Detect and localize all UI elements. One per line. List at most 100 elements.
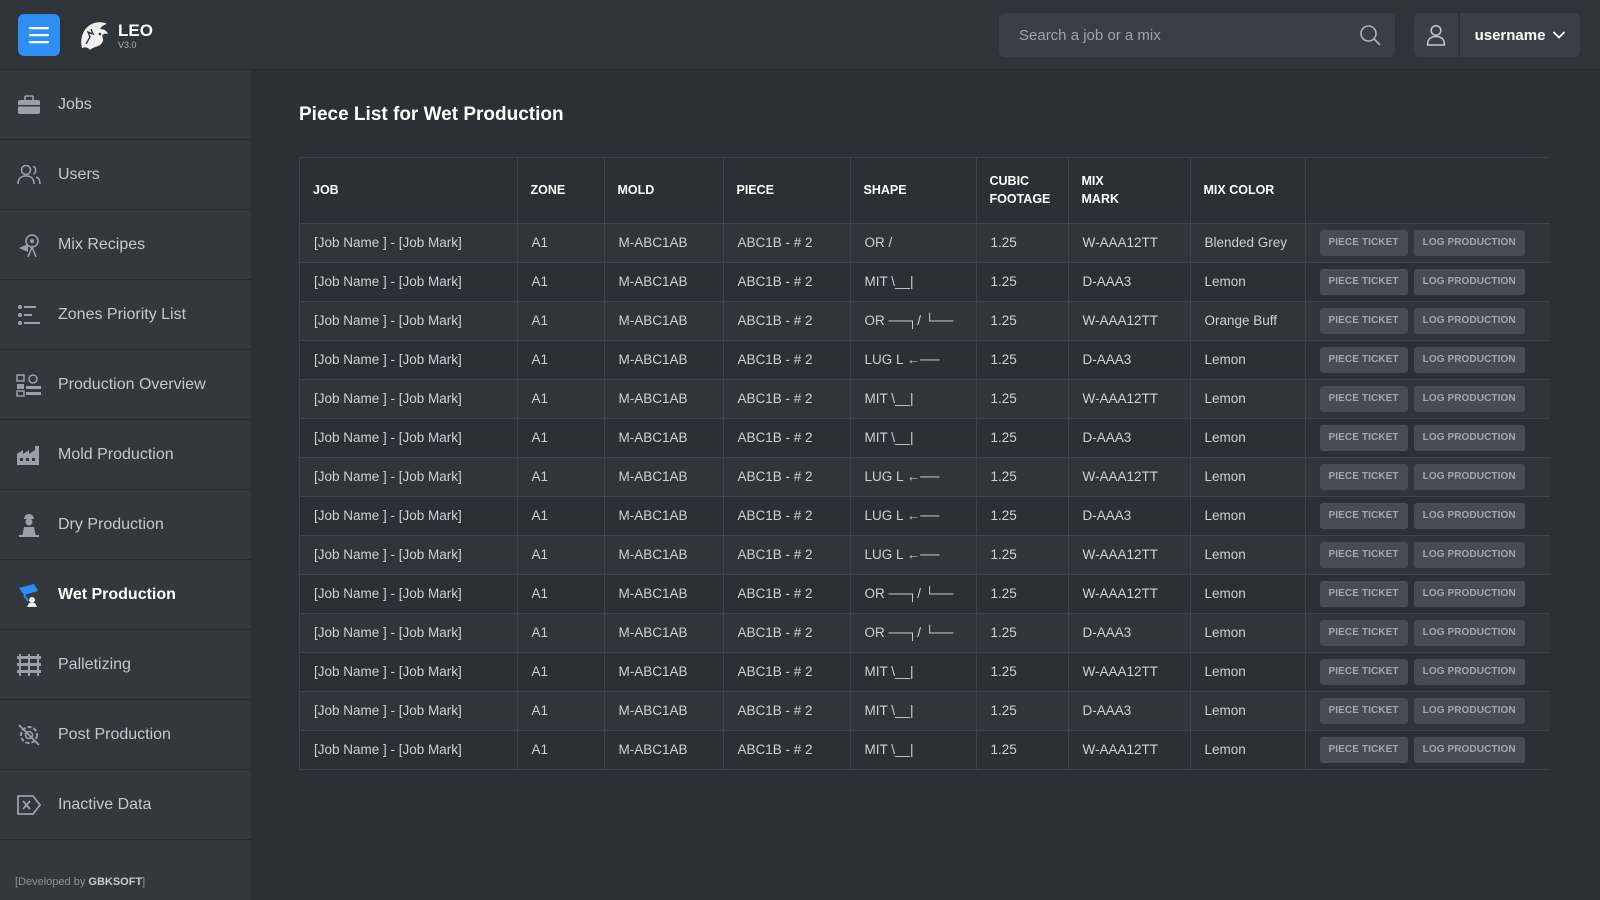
cell-shape: OR /	[850, 223, 977, 263]
sidebar-item-mix-recipes[interactable]: Mix Recipes	[0, 210, 251, 280]
log-production-button[interactable]: LOG PRODUCTION	[1413, 307, 1525, 334]
cell-job: [Job Name ] - [Job Mark]	[300, 379, 518, 419]
piece-ticket-button[interactable]: PIECE TICKET	[1319, 736, 1408, 763]
sidebar-item-jobs[interactable]: Jobs	[0, 70, 251, 140]
table-row[interactable]: [Job Name ] - [Job Mark] A1 M-ABC1AB ABC1B …	[300, 379, 1550, 419]
cell-actions: PIECE TICKET LOG PRODUCTION	[1305, 340, 1550, 380]
log-production-button[interactable]: LOG PRODUCTION	[1413, 463, 1525, 490]
sidebar-item-dry-production[interactable]: Dry Production	[0, 490, 251, 560]
cell-job: [Job Name ] - [Job Mark]	[300, 418, 518, 458]
table-row[interactable]: [Job Name ] - [Job Mark] A1 M-ABC1AB ABC1B …	[300, 535, 1550, 575]
log-production-button[interactable]: LOG PRODUCTION	[1413, 229, 1525, 256]
col-mix-color[interactable]: MIX COLOR	[1190, 158, 1306, 224]
piece-ticket-button[interactable]: PIECE TICKET	[1319, 268, 1408, 295]
table-row[interactable]: [Job Name ] - [Job Mark] A1 M-ABC1AB ABC1B …	[300, 223, 1550, 263]
cell-shape: MIT \__|	[850, 379, 977, 419]
mixer-icon	[16, 232, 42, 258]
log-production-button[interactable]: LOG PRODUCTION	[1413, 385, 1525, 412]
sidebar-item-label: Inactive Data	[58, 795, 152, 813]
piece-ticket-button[interactable]: PIECE TICKET	[1319, 463, 1408, 490]
cell-zone: A1	[517, 379, 605, 419]
cell-mold: M-ABC1AB	[604, 457, 724, 497]
cell-zone: A1	[517, 691, 605, 731]
piece-ticket-button[interactable]: PIECE TICKET	[1319, 580, 1408, 607]
table-row[interactable]: [Job Name ] - [Job Mark] A1 M-ABC1AB ABC1B …	[300, 262, 1550, 302]
cell-mix-mark: W-AAA12TT	[1068, 301, 1191, 341]
table-row[interactable]: [Job Name ] - [Job Mark] A1 M-ABC1AB ABC1B …	[300, 730, 1550, 769]
cell-mold: M-ABC1AB	[604, 574, 724, 614]
table-row[interactable]: [Job Name ] - [Job Mark] A1 M-ABC1AB ABC1B …	[300, 496, 1550, 536]
cell-actions: PIECE TICKET LOG PRODUCTION	[1305, 496, 1550, 536]
factory-icon	[16, 442, 42, 468]
col-mix-mark[interactable]: MIX MARK	[1068, 158, 1191, 224]
piece-ticket-button[interactable]: PIECE TICKET	[1319, 385, 1408, 412]
table-row[interactable]: [Job Name ] - [Job Mark] A1 M-ABC1AB ABC1B …	[300, 574, 1550, 614]
log-production-button[interactable]: LOG PRODUCTION	[1413, 580, 1525, 607]
piece-ticket-button[interactable]: PIECE TICKET	[1319, 541, 1408, 568]
lion-logo-icon	[81, 22, 108, 50]
avatar[interactable]	[1414, 13, 1460, 57]
log-production-button[interactable]: LOG PRODUCTION	[1413, 619, 1525, 646]
piece-ticket-button[interactable]: PIECE TICKET	[1319, 658, 1408, 685]
col-mold[interactable]: MOLD	[604, 158, 724, 224]
search-icon[interactable]	[1359, 24, 1381, 46]
col-zone[interactable]: ZONE	[517, 158, 605, 224]
sidebar-item-palletizing[interactable]: Palletizing	[0, 630, 251, 700]
col-shape[interactable]: SHAPE	[850, 158, 977, 224]
cell-zone: A1	[517, 418, 605, 458]
cell-mold: M-ABC1AB	[604, 379, 724, 419]
log-production-button[interactable]: LOG PRODUCTION	[1413, 658, 1525, 685]
table-row[interactable]: [Job Name ] - [Job Mark] A1 M-ABC1AB ABC1B …	[300, 340, 1550, 380]
sidebar-item-wet-production[interactable]: Wet Production	[0, 560, 251, 630]
piece-ticket-button[interactable]: PIECE TICKET	[1319, 424, 1408, 451]
cell-mold: M-ABC1AB	[604, 418, 724, 458]
cell-actions: PIECE TICKET LOG PRODUCTION	[1305, 613, 1550, 653]
col-cubic-footage[interactable]: CUBIC FOOTAGE	[976, 158, 1069, 224]
piece-ticket-button[interactable]: PIECE TICKET	[1319, 229, 1408, 256]
menu-button[interactable]	[18, 14, 60, 56]
credit-brand[interactable]: GBKSOFT	[88, 876, 142, 888]
piece-ticket-button[interactable]: PIECE TICKET	[1319, 502, 1408, 529]
sidebar-item-label: Users	[58, 165, 100, 183]
table-row[interactable]: [Job Name ] - [Job Mark] A1 M-ABC1AB ABC1B …	[300, 457, 1550, 497]
app-logo[interactable]: LEO V3.0	[76, 18, 153, 54]
cell-mix-color: Lemon	[1190, 457, 1306, 497]
cell-shape: MIT \__|	[850, 691, 977, 731]
table-row[interactable]: [Job Name ] - [Job Mark] A1 M-ABC1AB ABC1B …	[300, 301, 1550, 341]
log-production-button[interactable]: LOG PRODUCTION	[1413, 502, 1525, 529]
table-row[interactable]: [Job Name ] - [Job Mark] A1 M-ABC1AB ABC1B …	[300, 652, 1550, 692]
sidebar-item-users[interactable]: Users	[0, 140, 251, 210]
cell-mix-color: Lemon	[1190, 379, 1306, 419]
cell-zone: A1	[517, 301, 605, 341]
cell-mix-color: Lemon	[1190, 691, 1306, 731]
log-production-button[interactable]: LOG PRODUCTION	[1413, 268, 1525, 295]
sidebar-item-inactive-data[interactable]: Inactive Data	[0, 770, 251, 840]
piece-ticket-button[interactable]: PIECE TICKET	[1319, 346, 1408, 373]
wet-production-icon	[16, 582, 42, 608]
cell-shape: MIT \__|	[850, 262, 977, 302]
sidebar-item-post-production[interactable]: Post Production	[0, 700, 251, 770]
piece-ticket-button[interactable]: PIECE TICKET	[1319, 619, 1408, 646]
log-production-button[interactable]: LOG PRODUCTION	[1413, 697, 1525, 724]
table-row[interactable]: [Job Name ] - [Job Mark] A1 M-ABC1AB ABC1B …	[300, 691, 1550, 731]
table-row[interactable]: [Job Name ] - [Job Mark] A1 M-ABC1AB ABC1B …	[300, 613, 1550, 653]
cell-mix-mark: W-AAA12TT	[1068, 379, 1191, 419]
pallet-icon	[16, 652, 42, 678]
sidebar-item-mold-production[interactable]: Mold Production	[0, 420, 251, 490]
col-piece[interactable]: PIECE	[723, 158, 851, 224]
col-job[interactable]: JOB	[300, 158, 518, 224]
username-dropdown[interactable]: username	[1460, 27, 1580, 44]
cell-cubic-footage: 1.25	[976, 418, 1069, 458]
sidebar-item-production-overview[interactable]: Production Overview	[0, 350, 251, 420]
log-production-button[interactable]: LOG PRODUCTION	[1413, 346, 1525, 373]
log-production-button[interactable]: LOG PRODUCTION	[1413, 541, 1525, 568]
piece-ticket-button[interactable]: PIECE TICKET	[1319, 697, 1408, 724]
piece-ticket-button[interactable]: PIECE TICKET	[1319, 307, 1408, 334]
table-row[interactable]: [Job Name ] - [Job Mark] A1 M-ABC1AB ABC1B …	[300, 418, 1550, 458]
sidebar-item-zones-priority[interactable]: Zones Priority List	[0, 280, 251, 350]
cell-mix-mark: D-AAA3	[1068, 613, 1191, 653]
search-input[interactable]	[1019, 26, 1359, 44]
table-header-row: JOB ZONE MOLD PIECE SHAPE CUBIC FOOTAGE …	[300, 158, 1550, 224]
log-production-button[interactable]: LOG PRODUCTION	[1413, 424, 1525, 451]
log-production-button[interactable]: LOG PRODUCTION	[1413, 736, 1525, 763]
